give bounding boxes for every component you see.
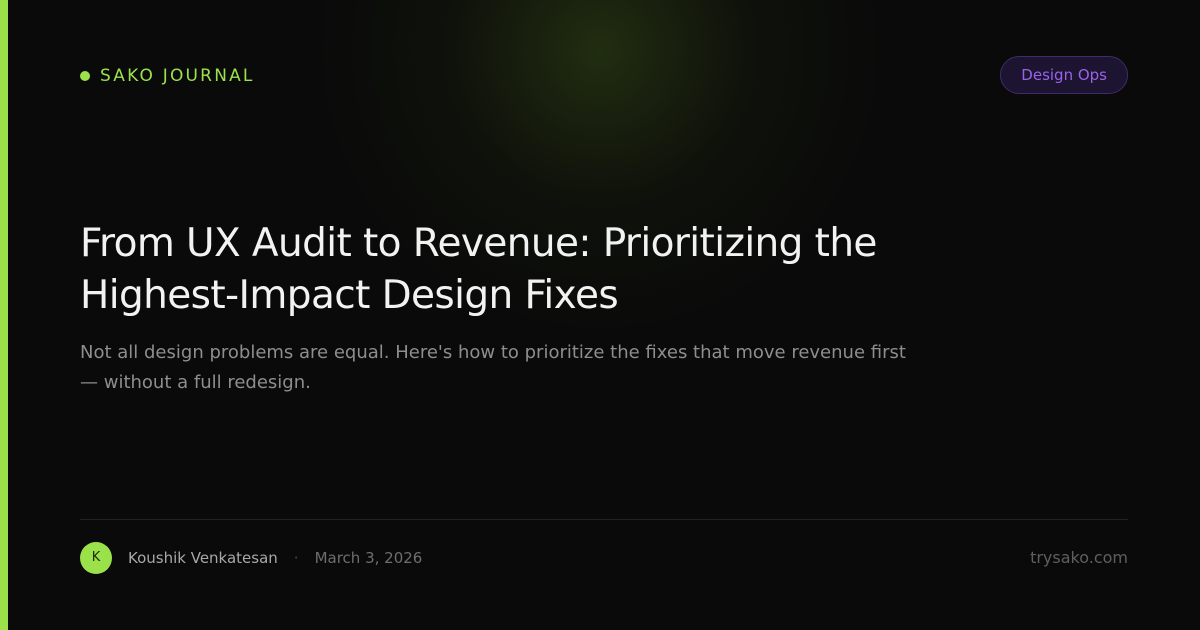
brand: SAKO JOURNAL — [80, 64, 255, 88]
article-title: From UX Audit to Revenue: Prioritizing t… — [80, 221, 877, 318]
author-meta: K Koushik Venkatesan · March 3, 2026 — [80, 542, 422, 574]
publish-date: March 3, 2026 — [314, 549, 423, 567]
author-name: Koushik Venkatesan — [128, 549, 278, 567]
og-card: SAKO JOURNAL Design Ops From UX Audit to… — [0, 0, 1200, 630]
site-url: trysako.com — [1030, 548, 1128, 567]
article-subtitle: Not all design problems are equal. Here'… — [80, 342, 906, 393]
accent-bar — [0, 0, 8, 630]
brand-name: SAKO JOURNAL — [100, 66, 255, 86]
category-tag: Design Ops — [1000, 56, 1128, 94]
green-dot-icon — [80, 71, 90, 81]
avatar: K — [80, 542, 112, 574]
divider — [80, 519, 1128, 520]
meta-separator: · — [293, 549, 299, 567]
